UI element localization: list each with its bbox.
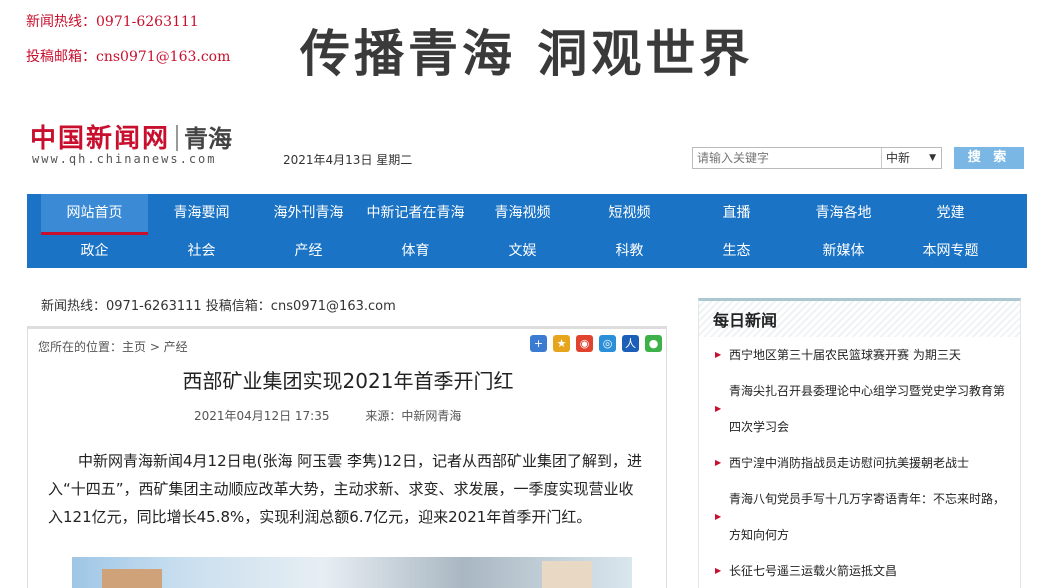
nav-item-video[interactable]: 青海视频	[469, 194, 576, 232]
bullet-icon: ▶	[715, 458, 722, 467]
info-bar: 新闻热线：0971-6263111 投稿信箱：cns0971@163.com	[41, 299, 396, 314]
nav-row-secondary: 政企 社会 产经 体育 文娱 科教 生态 新媒体 本网专题	[41, 232, 1004, 270]
main-column: 新闻热线：0971-6263111 投稿信箱：cns0971@163.com 您…	[27, 290, 667, 588]
article-panel: 您所在的位置：主页 > 产经 + ★ ◉ ◎ 人 ● 西部矿业集团实现2021年首季开门红…	[27, 326, 667, 588]
article-title: 西部矿业集团实现2021年首季开门红	[182, 369, 514, 393]
tencent-weibo-share-icon[interactable]: ◎	[599, 335, 616, 352]
nav-item-new-media[interactable]: 新媒体	[790, 232, 897, 270]
nav-item-party[interactable]: 党建	[897, 194, 1004, 232]
nav-item-economy[interactable]: 产经	[255, 232, 362, 270]
article-time: 2021年04月12日 17:35	[194, 409, 330, 423]
nav-item-society[interactable]: 社会	[148, 232, 255, 270]
plus-share-icon[interactable]: +	[530, 335, 547, 352]
nav-item-education[interactable]: 科教	[576, 232, 683, 270]
daily-news-title: 青海八旬党员手写十几万字寄语青年：不忘来时路，方知向何方	[729, 492, 1006, 542]
wechat-share-icon[interactable]: ●	[645, 335, 662, 352]
bullet-icon: ▶	[715, 512, 722, 521]
email-text: 投稿邮箱：cns0971@163.com	[26, 49, 231, 65]
search-input[interactable]	[693, 148, 881, 168]
daily-news-item[interactable]: ▶ 长征七号遥三运载火箭运抵文昌	[715, 553, 1006, 588]
article-source: 来源：中新网青海	[365, 409, 462, 423]
article-photo	[72, 557, 632, 588]
main-nav: 网站首页 青海要闻 海外刊青海 中新记者在青海 青海视频 短视频 直播 青海各地…	[27, 194, 1027, 268]
nav-row-primary: 网站首页 青海要闻 海外刊青海 中新记者在青海 青海视频 短视频 直播 青海各地…	[41, 194, 1004, 235]
nav-item-ecology[interactable]: 生态	[683, 232, 790, 270]
article-meta: 2021年04月12日 17:35 来源：中新网青海	[194, 407, 461, 424]
nav-item-overseas[interactable]: 海外刊青海	[255, 194, 362, 232]
slogan-banner: 传播青海 洞观世界	[300, 25, 754, 83]
daily-news-item[interactable]: ▶ 青海八旬党员手写十几万字寄语青年：不忘来时路，方知向何方	[715, 481, 1006, 553]
bullet-icon: ▶	[715, 404, 722, 413]
nav-item-sports[interactable]: 体育	[362, 232, 469, 270]
daily-news-title: 长征七号遥三运载火箭运抵文昌	[729, 564, 898, 578]
nav-item-special[interactable]: 本网专题	[897, 232, 1004, 270]
nav-item-qinghai-news[interactable]: 青海要闻	[148, 194, 255, 232]
daily-news-title: 西宁地区第三十届农民篮球赛开赛 为期三天	[729, 348, 961, 362]
current-date: 2021年4月13日 星期二	[283, 153, 413, 167]
search-scope-select[interactable]: 中新 ▼	[881, 148, 941, 168]
renren-share-icon[interactable]: 人	[622, 335, 639, 352]
share-toolbar: + ★ ◉ ◎ 人 ●	[530, 335, 662, 352]
article-body: 中新网青海新闻4月12日电(张海 阿玉雲 李隽)12日，记者从西部矿业集团了解到…	[48, 452, 642, 526]
breadcrumb[interactable]: 您所在的位置：主页 > 产经	[38, 338, 188, 355]
weibo-share-icon[interactable]: ◉	[576, 335, 593, 352]
search-scope-value: 中新	[886, 151, 911, 165]
daily-news-title: 西宁湟中消防指战员走访慰问抗美援朝老战士	[729, 456, 970, 470]
nav-item-government[interactable]: 政企	[41, 232, 148, 270]
nav-item-home[interactable]: 网站首页	[41, 194, 148, 235]
daily-news-title: 青海尖扎召开县委理论中心组学习暨党史学习教育第四次学习会	[729, 384, 1006, 434]
daily-news-heading: 每日新闻	[699, 301, 1020, 337]
bullet-icon: ▶	[715, 566, 722, 575]
nav-item-entertainment[interactable]: 文娱	[469, 232, 576, 270]
nav-item-reporters[interactable]: 中新记者在青海	[362, 194, 469, 232]
site-logo[interactable]: 中国新闻网 青海 www.qh.chinanews.com	[30, 118, 270, 170]
logo-region: 青海	[184, 125, 233, 153]
search-button[interactable]: 搜 索	[954, 147, 1024, 169]
daily-news-item[interactable]: ▶ 西宁地区第三十届农民篮球赛开赛 为期三天	[715, 337, 1006, 373]
nav-item-short-video[interactable]: 短视频	[576, 194, 683, 232]
top-contact: 新闻热线：0971-6263111 投稿邮箱：cns0971@163.com	[26, 13, 230, 83]
logo-divider	[176, 125, 179, 151]
daily-news-panel: 每日新闻 ▶ 西宁地区第三十届农民篮球赛开赛 为期三天 ▶ 青海尖扎召开县委理论中心组…	[698, 298, 1021, 588]
daily-news-item[interactable]: ▶ 青海尖扎召开县委理论中心组学习暨党史学习教育第四次学习会	[715, 373, 1006, 445]
daily-news-list: ▶ 西宁地区第三十届农民篮球赛开赛 为期三天 ▶ 青海尖扎召开县委理论中心组学习暨党史…	[699, 337, 1020, 588]
nav-item-live[interactable]: 直播	[683, 194, 790, 232]
hotline-text: 新闻热线：0971-6263111	[26, 14, 199, 30]
qzone-share-icon[interactable]: ★	[553, 335, 570, 352]
bullet-icon: ▶	[715, 350, 722, 359]
daily-news-item[interactable]: ▶ 西宁湟中消防指战员走访慰问抗美援朝老战士	[715, 445, 1006, 481]
nav-item-regions[interactable]: 青海各地	[790, 194, 897, 232]
chevron-down-icon: ▼	[929, 153, 936, 163]
logo-domain: www.qh.chinanews.com	[32, 152, 217, 166]
search-box: 中新 ▼	[692, 147, 942, 169]
logo-brand: 中国新闻网	[30, 124, 171, 154]
